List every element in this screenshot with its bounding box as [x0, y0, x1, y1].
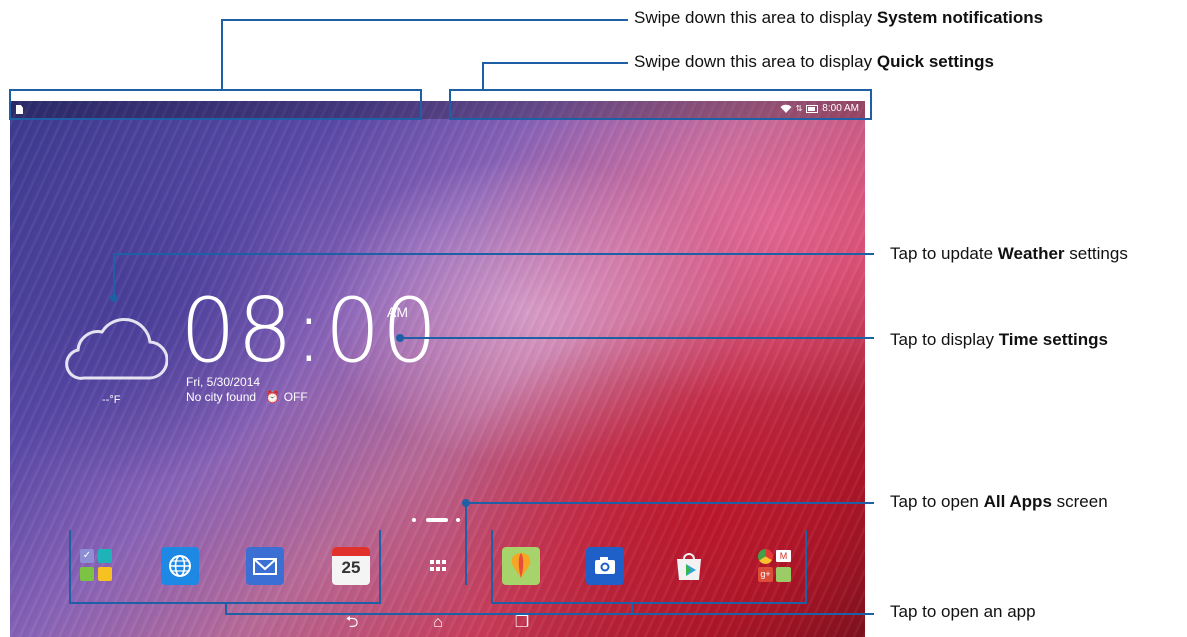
- calendar-day: 25: [341, 558, 361, 577]
- calendar-icon[interactable]: 25: [332, 547, 370, 585]
- notification-file-icon: [16, 105, 23, 114]
- callout-quick-settings: Swipe down this area to display Quick se…: [634, 52, 994, 71]
- callout-system-notifications: Swipe down this area to display System n…: [634, 8, 1044, 27]
- clock-time[interactable]: 08:00: [180, 287, 439, 375]
- alarm-status: OFF: [283, 390, 308, 404]
- status-icons: ⇅ 8:00 AM: [780, 103, 859, 114]
- home-icon[interactable]: ⌂: [428, 615, 448, 631]
- clock-date: Fri, 5/30/2014: [186, 375, 261, 389]
- navigation-bar: ⮌ ⌂ ❐: [10, 607, 865, 637]
- status-time: 8:00 AM: [822, 103, 859, 114]
- camera-icon[interactable]: [586, 547, 624, 585]
- wifi-icon: [780, 104, 792, 113]
- battery-icon: [806, 104, 819, 113]
- page-indicator: [412, 516, 462, 522]
- alarm-icon: ⏰: [265, 390, 281, 404]
- data-arrows-icon: ⇅: [795, 104, 803, 113]
- callout-all-apps: Tap to open All Apps screen: [890, 492, 1108, 511]
- callout-weather: Tap to update Weather settings: [890, 244, 1128, 263]
- weather-temperature: --°F: [102, 394, 121, 406]
- cloud-icon: [65, 318, 169, 380]
- browser-icon[interactable]: [161, 547, 199, 585]
- recent-apps-icon[interactable]: ❐: [512, 615, 532, 631]
- back-icon[interactable]: ⮌: [342, 615, 362, 631]
- folder-icon[interactable]: ✓: [78, 547, 116, 585]
- email-icon[interactable]: [246, 547, 284, 585]
- clock-ampm: AM: [387, 304, 408, 320]
- clock-city-alarm: No city found ⏰ OFF: [186, 390, 308, 404]
- weather-widget[interactable]: --°F: [62, 306, 169, 426]
- status-bar[interactable]: ⇅ 8:00 AM: [10, 101, 865, 119]
- google-folder-icon[interactable]: M g+: [756, 547, 794, 585]
- tablet-home-screen: ⇅ 8:00 AM --°F 08:00 AM Fri, 5/30/2014 N…: [10, 101, 865, 637]
- callout-open-app: Tap to open an app: [890, 602, 1036, 621]
- play-store-icon[interactable]: [670, 547, 708, 585]
- city-label: No city found: [186, 390, 257, 404]
- weather-app-icon[interactable]: [502, 547, 540, 585]
- all-apps-icon[interactable]: [418, 547, 456, 585]
- callout-time-settings: Tap to display Time settings: [890, 330, 1108, 349]
